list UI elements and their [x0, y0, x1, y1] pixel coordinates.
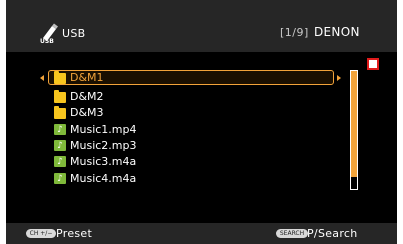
folder-icon — [54, 105, 66, 119]
screen: USB USB [1/9] DENON D&M1 D&M2 D&M3 ♪ Mus… — [6, 0, 397, 244]
music-note-icon: ♪ — [54, 124, 66, 135]
list-item[interactable]: ♪ Music4.m4a — [54, 172, 136, 185]
list-item-label: Music4.m4a — [70, 172, 137, 185]
footer-bar: CH +/− Preset SEARCH P/Search — [6, 223, 397, 244]
list-item-label: D&M1 — [70, 71, 104, 84]
scrollbar[interactable] — [350, 70, 358, 190]
search-button-badge: SEARCH — [276, 229, 308, 238]
arrow-right-icon[interactable] — [337, 75, 341, 81]
page-indicator: [1/9] — [280, 26, 309, 39]
brand-logo: DENON — [314, 25, 360, 39]
svg-text:USB: USB — [40, 38, 54, 44]
list-item-label: D&M2 — [70, 90, 104, 103]
folder-icon — [54, 89, 66, 103]
music-note-icon: ♪ — [54, 140, 66, 151]
list-item[interactable]: ♪ Music1.mp4 — [54, 123, 137, 136]
music-note-icon: ♪ — [54, 173, 66, 184]
list-item-label: D&M3 — [70, 106, 104, 119]
scrollbar-thumb[interactable] — [351, 71, 357, 177]
source-label: USB — [62, 27, 86, 40]
header-bar: USB USB [1/9] DENON — [6, 0, 397, 52]
list-item[interactable]: D&M2 — [54, 89, 104, 103]
ch-button-badge: CH +/− — [26, 229, 56, 238]
arrow-left-icon[interactable] — [40, 75, 44, 81]
preset-label: Preset — [56, 227, 93, 240]
folder-icon — [54, 70, 66, 84]
usb-stick-icon: USB — [40, 23, 58, 44]
list-item[interactable]: D&M3 — [54, 105, 104, 119]
list-item-label: Music2.mp3 — [70, 139, 137, 152]
status-indicator — [367, 58, 379, 70]
list-item-label: Music1.mp4 — [70, 123, 137, 136]
music-note-icon: ♪ — [54, 156, 66, 167]
list-item-label: Music3.m4a — [70, 155, 137, 168]
list-item[interactable]: ♪ Music2.mp3 — [54, 139, 137, 152]
list-item[interactable]: D&M1 — [54, 70, 104, 84]
list-item[interactable]: ♪ Music3.m4a — [54, 155, 136, 168]
psearch-label: P/Search — [307, 227, 358, 240]
